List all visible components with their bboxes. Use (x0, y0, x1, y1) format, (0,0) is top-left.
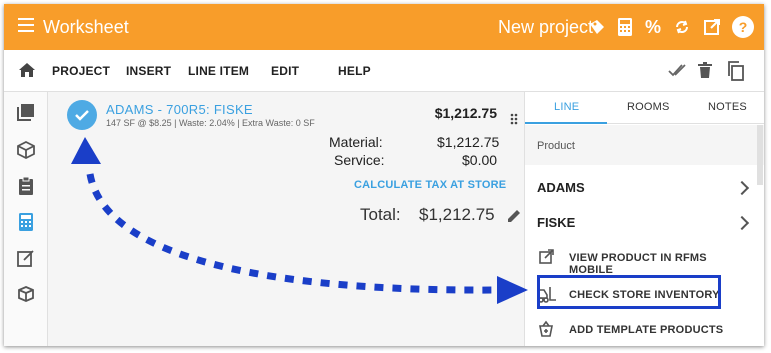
view-product-action[interactable]: VIEW PRODUCT IN RFMS MOBILE (537, 248, 727, 276)
project-name[interactable]: New project (498, 17, 593, 38)
calculator-icon[interactable] (16, 212, 36, 232)
menu-line-item[interactable]: LINE ITEM (188, 64, 249, 78)
app-title: Worksheet (43, 17, 129, 37)
clipboard-icon[interactable] (16, 176, 36, 196)
help-icon[interactable]: ? (732, 16, 754, 38)
check-circle-icon[interactable] (67, 100, 97, 130)
grand-total-label: Total: (360, 205, 401, 224)
edit-pencil-icon[interactable] (506, 208, 522, 229)
home-icon[interactable] (18, 62, 36, 83)
grand-total-value: $1,212.75 (419, 205, 495, 224)
menu-help[interactable]: HELP (338, 64, 371, 78)
active-tab-indicator (525, 122, 607, 124)
menu-project[interactable]: PROJECT (52, 64, 110, 78)
details-panel: LINE ROOMS NOTES Product ADAMS FISKE VIE… (524, 92, 764, 346)
product-item-adams[interactable]: ADAMS (537, 180, 585, 195)
chevron-right-icon[interactable] (734, 215, 750, 231)
line-item-title[interactable]: ADAMS - 700R5: FISKE (106, 102, 253, 117)
tab-rooms[interactable]: ROOMS (627, 101, 670, 113)
package-icon[interactable] (16, 140, 36, 160)
menu-bar: PROJECT INSERT LINE ITEM EDIT HELP (4, 50, 764, 92)
open-external-icon (537, 248, 555, 271)
copy-icon[interactable] (727, 61, 745, 86)
line-item-total: $1,212.75 (434, 105, 497, 121)
app-bar: Worksheet New project % ? (4, 4, 764, 50)
tab-line[interactable]: LINE (554, 101, 579, 113)
product-section-header: Product (525, 125, 764, 165)
material-value: $1,212.75 (437, 134, 500, 150)
line-item-details: 147 SF @ $8.25 | Waste: 2.04% | Extra Wa… (106, 118, 315, 128)
add-template-label: ADD TEMPLATE PRODUCTS (569, 324, 724, 336)
layers-icon[interactable] (16, 102, 36, 122)
drag-handle-icon[interactable] (510, 112, 518, 130)
menu-icon[interactable] (18, 18, 34, 32)
sync-icon[interactable] (671, 16, 693, 38)
view-product-label: VIEW PRODUCT IN RFMS MOBILE (569, 252, 707, 276)
chevron-right-icon[interactable] (734, 180, 750, 196)
tab-notes[interactable]: NOTES (708, 101, 747, 113)
edit-note-icon[interactable] (16, 248, 36, 268)
left-rail (4, 92, 48, 346)
scrollbar[interactable] (757, 125, 763, 185)
line-item-card: ADAMS - 700R5: FISKE 147 SF @ $8.25 | Wa… (48, 92, 524, 346)
percent-icon[interactable]: % (642, 16, 664, 38)
open-external-icon[interactable] (701, 16, 723, 38)
calculator-icon[interactable] (614, 16, 636, 38)
menu-insert[interactable]: INSERT (126, 64, 171, 78)
menu-edit[interactable]: EDIT (271, 64, 299, 78)
service-value: $0.00 (462, 152, 498, 168)
panel-tabs: LINE ROOMS NOTES (525, 92, 764, 124)
highlight-box (537, 275, 721, 309)
material-label: Material: (329, 134, 383, 150)
app-window: Worksheet New project % ? PROJECT INSERT… (4, 4, 764, 346)
calculate-tax-link[interactable]: CALCULATE TAX AT STORE (354, 179, 506, 191)
tag-icon[interactable] (586, 16, 608, 38)
add-template-action[interactable]: ADD TEMPLATE PRODUCTS (537, 320, 727, 340)
template-basket-icon (537, 320, 555, 343)
delete-icon[interactable] (697, 61, 713, 84)
product-item-fiske[interactable]: FISKE (537, 215, 575, 230)
service-label: Service: (334, 152, 385, 168)
done-all-icon[interactable] (667, 61, 687, 84)
section-label: Product (537, 140, 575, 152)
box-export-icon[interactable] (16, 284, 36, 304)
